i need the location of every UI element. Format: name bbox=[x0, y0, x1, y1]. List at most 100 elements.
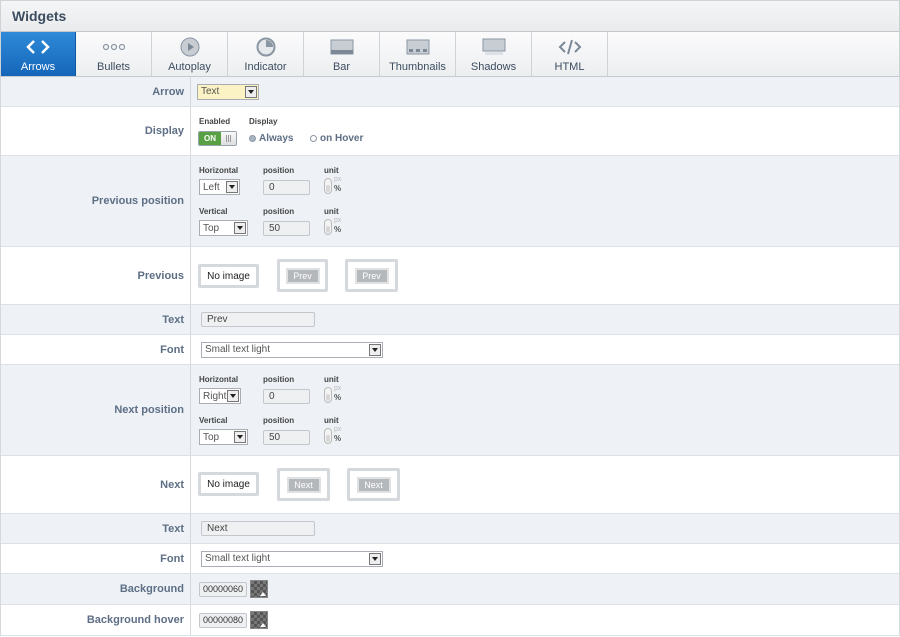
unit-label: unit bbox=[324, 166, 339, 175]
row-background-hover: Background hover 00000080 bbox=[1, 605, 899, 636]
arrow-preview: Next bbox=[356, 476, 391, 493]
arrow-type-select[interactable]: Text bbox=[197, 83, 259, 100]
enabled-toggle[interactable]: ON bbox=[198, 131, 237, 146]
row-value: Prev bbox=[191, 305, 899, 334]
background-hover-color-picker[interactable] bbox=[250, 611, 269, 629]
select-value: Small text light bbox=[205, 344, 271, 355]
arrow-settings-table: Arrow Text Display Enabled ON Display Al… bbox=[0, 77, 900, 636]
background-hover-color-input[interactable]: 00000080 bbox=[199, 612, 248, 628]
prev-no-image-option[interactable]: No image bbox=[198, 264, 259, 288]
radio-always[interactable]: Always bbox=[249, 133, 293, 144]
prev-horizontal-select[interactable]: Left bbox=[199, 179, 240, 195]
row-prev-font: Font Small text light bbox=[1, 335, 899, 365]
next-style-option-2[interactable]: Next bbox=[347, 468, 400, 501]
select-value: Left bbox=[203, 181, 220, 193]
chevron-down-icon bbox=[369, 343, 381, 356]
radio-dot bbox=[249, 135, 256, 142]
next-vertical-unit-switch[interactable]: px % bbox=[324, 426, 344, 444]
tab-indicator[interactable]: Indicator bbox=[228, 32, 304, 76]
next-no-image-option[interactable]: No image bbox=[198, 472, 259, 496]
background-color-input[interactable]: 00000060 bbox=[199, 581, 248, 597]
tab-shadows[interactable]: Shadows bbox=[456, 32, 532, 76]
unit-percent: % bbox=[334, 184, 342, 193]
row-value: Enabled ON Display Always on Hover bbox=[191, 107, 899, 155]
row-label: Arrow bbox=[1, 77, 191, 106]
chevron-down-icon bbox=[245, 85, 257, 98]
html-icon bbox=[558, 36, 582, 58]
unit-label: unit bbox=[324, 207, 339, 216]
tab-html[interactable]: HTML bbox=[532, 32, 608, 76]
next-horizontal-position-input[interactable]: 0 bbox=[263, 389, 310, 404]
play-icon bbox=[180, 36, 200, 58]
unit-switch-track bbox=[324, 219, 332, 235]
next-horizontal-unit-switch[interactable]: px % bbox=[324, 385, 344, 403]
prev-text-input[interactable]: Prev bbox=[201, 312, 315, 327]
code-arrows-icon bbox=[26, 36, 50, 58]
unit-px: px bbox=[334, 385, 342, 392]
tab-label: Arrows bbox=[20, 61, 56, 73]
position-label: position bbox=[263, 375, 295, 384]
toggle-on-text: ON bbox=[199, 132, 221, 145]
unit-px: px bbox=[334, 217, 342, 224]
display-label: Display bbox=[249, 117, 278, 126]
prev-vertical-unit-switch[interactable]: px % bbox=[324, 217, 344, 235]
pie-icon bbox=[256, 36, 276, 58]
unit-switch-track bbox=[324, 387, 332, 403]
row-value: Horizontal Left position 0 unit px % Ver… bbox=[191, 156, 899, 246]
radio-on-hover[interactable]: on Hover bbox=[310, 133, 363, 144]
tab-label: Autoplay bbox=[168, 61, 211, 73]
next-vertical-position-input[interactable]: 50 bbox=[263, 430, 310, 445]
enabled-label: Enabled bbox=[199, 117, 231, 126]
row-next: Next No image Next Next bbox=[1, 456, 899, 514]
row-value: Small text light bbox=[191, 544, 899, 573]
position-label: position bbox=[263, 166, 295, 175]
tab-arrows[interactable]: Arrows bbox=[1, 32, 76, 76]
thumbnails-icon bbox=[406, 36, 430, 58]
position-label: position bbox=[263, 416, 295, 425]
unit-label: unit bbox=[324, 416, 339, 425]
radio-dot bbox=[310, 135, 317, 142]
unit-px: px bbox=[334, 176, 342, 183]
tab-thumbnails[interactable]: Thumbnails bbox=[380, 32, 456, 76]
tab-bar[interactable]: Bar bbox=[304, 32, 380, 76]
prev-style-option-1[interactable]: Prev bbox=[277, 259, 328, 292]
arrow-preview: Next bbox=[286, 476, 321, 493]
unit-percent: % bbox=[334, 434, 342, 443]
prev-vertical-position-input[interactable]: 50 bbox=[263, 221, 310, 236]
prev-style-option-2[interactable]: Prev bbox=[345, 259, 398, 292]
horizontal-label: Horizontal bbox=[199, 166, 239, 175]
dots-icon bbox=[102, 36, 126, 58]
select-value: Small text light bbox=[205, 553, 271, 564]
select-value: Top bbox=[203, 222, 220, 234]
tab-autoplay[interactable]: Autoplay bbox=[152, 32, 228, 76]
arrow-preview: Prev bbox=[354, 267, 389, 284]
radio-label: Always bbox=[259, 133, 294, 144]
row-next-text: Text Next bbox=[1, 514, 899, 544]
next-font-select[interactable]: Small text light bbox=[201, 550, 383, 567]
chevron-down-icon bbox=[234, 222, 246, 234]
next-vertical-select[interactable]: Top bbox=[199, 429, 248, 445]
row-label: Next bbox=[1, 456, 191, 513]
row-value: Small text light bbox=[191, 335, 899, 364]
toggle-grip bbox=[221, 132, 236, 145]
row-label: Display bbox=[1, 107, 191, 155]
next-text-input[interactable]: Next bbox=[201, 521, 315, 536]
prev-vertical-select[interactable]: Top bbox=[199, 220, 248, 236]
unit-switch-track bbox=[324, 428, 332, 444]
background-color-picker[interactable] bbox=[250, 580, 269, 598]
next-horizontal-select[interactable]: Right bbox=[199, 388, 241, 404]
unit-switch-track bbox=[324, 178, 332, 194]
prev-horizontal-unit-switch[interactable]: px % bbox=[324, 176, 344, 194]
tab-bullets[interactable]: Bullets bbox=[76, 32, 152, 76]
next-style-option-1[interactable]: Next bbox=[277, 468, 330, 501]
position-label: position bbox=[263, 207, 295, 216]
prev-font-select[interactable]: Small text light bbox=[201, 341, 383, 358]
prev-horizontal-position-input[interactable]: 0 bbox=[263, 180, 310, 195]
row-next-font: Font Small text light bbox=[1, 544, 899, 574]
radio-label: on Hover bbox=[320, 133, 364, 144]
row-label: Text bbox=[1, 305, 191, 334]
select-value: Right bbox=[203, 390, 227, 402]
row-arrow: Arrow Text bbox=[1, 77, 899, 107]
row-previous-position: Previous position Horizontal Left positi… bbox=[1, 156, 899, 247]
vertical-label: Vertical bbox=[199, 416, 228, 425]
